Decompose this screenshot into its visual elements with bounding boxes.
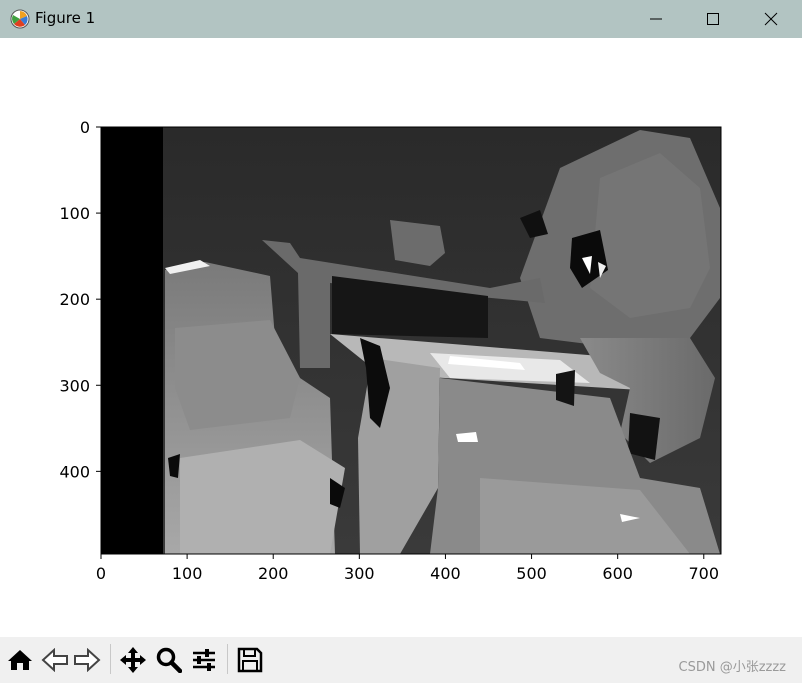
x-tick-label: 0 [96,564,106,583]
window-title: Figure 1 [35,9,96,27]
x-tick-label: 500 [516,564,547,583]
back-icon [41,648,68,672]
save-button[interactable] [235,646,265,674]
matplotlib-logo-icon [10,9,30,29]
x-tick-label: 300 [344,564,375,583]
forward-button[interactable] [72,646,102,674]
x-tick-label: 200 [258,564,289,583]
x-axis-ticks: 0 100 200 300 400 500 600 700 [96,554,719,583]
pan-icon [120,647,146,673]
x-tick-label: 600 [602,564,633,583]
minimize-button[interactable] [627,0,685,38]
x-tick-label: 700 [689,564,720,583]
zoom-icon [156,647,182,673]
y-tick-label: 400 [59,462,90,481]
y-axis-ticks: 0 100 200 300 400 [59,118,101,481]
home-icon [8,650,32,670]
home-button[interactable] [5,646,35,674]
x-tick-label: 100 [172,564,203,583]
zoom-button[interactable] [154,646,184,674]
maximize-button[interactable] [684,0,742,38]
chart: 0 100 200 300 400 500 600 700 0 100 200 300 400 [59,118,722,583]
forward-icon [74,648,101,672]
pan-button[interactable] [118,646,148,674]
toolbar-separator [110,644,111,674]
maximize-icon [707,13,719,25]
window-titlebar: Figure 1 [0,0,802,38]
y-tick-label: 100 [59,204,90,223]
watermark-text: CSDN @小张zzzz [678,660,787,675]
save-icon [237,647,263,673]
y-tick-label: 0 [80,118,90,137]
close-button[interactable] [742,0,800,38]
figure-canvas[interactable]: 0 100 200 300 400 500 600 700 0 100 200 300 400 [0,38,802,637]
y-tick-label: 200 [59,290,90,309]
close-icon [764,12,778,26]
toolbar-separator [227,644,228,674]
x-tick-label: 400 [430,564,461,583]
configure-subplots-button[interactable] [189,646,219,674]
configure-subplots-icon [193,649,215,671]
minimize-icon [650,18,662,20]
back-button[interactable] [40,646,70,674]
depth-image [101,127,721,554]
y-tick-label: 300 [59,376,90,395]
